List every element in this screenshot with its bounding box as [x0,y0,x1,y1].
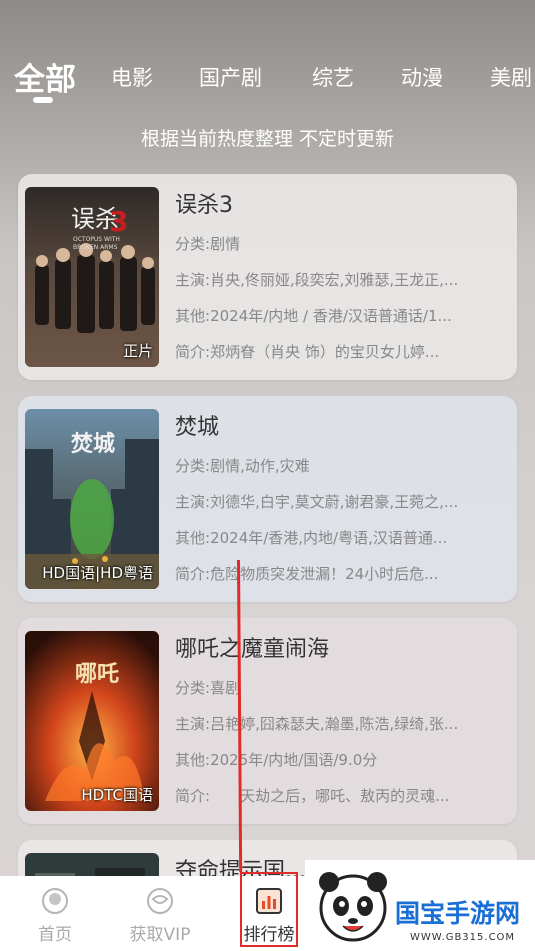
movie-card[interactable]: 哪吒 HDTC国语 哪吒之魔童闹海 分类:喜剧 主演:吕艳婷,囧森瑟夫,瀚墨,陈… [18,618,517,824]
movie-poster[interactable]: 哪吒 HDTC国语 [25,631,159,811]
tab-anime[interactable]: 动漫 [401,62,443,92]
movie-card[interactable]: 误杀 3 OCTOPUS WITH BROKEN ARMS 正片 误杀3 分类:… [18,174,517,380]
tab-variety[interactable]: 综艺 [312,62,354,92]
other-row: 其他:2024年/内地 / 香港/汉语普通话/1... [175,307,452,325]
intro-row: 简介: 天劫之后，哪吒、敖丙的灵魂... [175,787,450,805]
quality-badge: HD国语|HD粤语 [42,564,153,582]
tab-movie[interactable]: 电影 [111,62,153,92]
other-row: 其他:2024年/香港,内地/粤语,汉语普通... [175,529,448,547]
nav-vip[interactable]: 获取VIP [120,876,200,951]
poster-title-text-2: 焚城 [71,431,115,457]
svg-text:OCTOPUS WITH: OCTOPUS WITH [73,236,120,243]
vip-icon [144,886,176,916]
movie-title[interactable]: 误杀3 [175,188,511,224]
movie-poster[interactable]: 误杀 3 OCTOPUS WITH BROKEN ARMS 正片 [25,187,159,367]
home-icon [39,886,71,916]
category-tabs: 全部 电影 国产剧 综艺 动漫 美剧 [0,50,535,110]
watermark: 国宝手游网 WWW.GB315.COM [305,860,535,951]
quality-badge: 正片 [122,342,153,360]
cast-row: 主演:肖央,佟丽娅,段奕宏,刘雅瑟,王龙正,... [175,271,459,289]
other-row: 其他:2025年/内地/国语/9.0分 [175,751,378,769]
category-row: 分类:剧情 [175,235,241,253]
intro-row: 简介:危险物质突发泄漏！24小时后危... [175,565,439,583]
svg-text:3: 3 [109,205,128,238]
movie-title[interactable]: 焚城 [175,410,511,446]
svg-text:BROKEN ARMS: BROKEN ARMS [73,244,118,251]
cast-row: 主演:吕艳婷,囧森瑟夫,瀚墨,陈浩,绿绮,张... [175,715,459,733]
watermark-url: WWW.GB315.COM [410,932,516,943]
tab-us-drama[interactable]: 美剧 [490,62,532,92]
cast-row: 主演:刘德华,白宇,莫文蔚,谢君豪,王菀之,... [175,493,459,511]
intro-row: 简介:郑炳眘（肖央 饰）的宝贝女儿婷... [175,343,440,361]
ranking-highlight-box [240,872,298,947]
tab-domestic-drama[interactable]: 国产剧 [199,62,262,92]
movie-title[interactable]: 哪吒之魔童闹海 [175,632,511,668]
tab-all[interactable]: 全部 [14,54,76,99]
ranking-subtitle: 根据当前热度整理 不定时更新 [140,128,395,150]
quality-badge: HDTC国语 [81,786,153,804]
movie-card[interactable]: 焚城 HD国语|HD粤语 焚城 分类:剧情,动作,灾难 主演:刘德华,白宇,莫文… [18,396,517,602]
nav-home-label: 首页 [38,925,72,945]
category-row: 分类:喜剧 [175,679,241,697]
poster-title-text-3: 哪吒 [75,661,119,687]
active-tab-indicator [33,97,53,103]
nav-home[interactable]: 首页 [20,876,90,951]
panda-logo-icon [319,872,387,942]
watermark-name: 国宝手游网 [395,899,521,928]
category-row: 分类:剧情,动作,灾难 [175,457,310,475]
movie-poster[interactable]: 焚城 HD国语|HD粤语 [25,409,159,589]
nav-vip-label: 获取VIP [129,925,191,945]
